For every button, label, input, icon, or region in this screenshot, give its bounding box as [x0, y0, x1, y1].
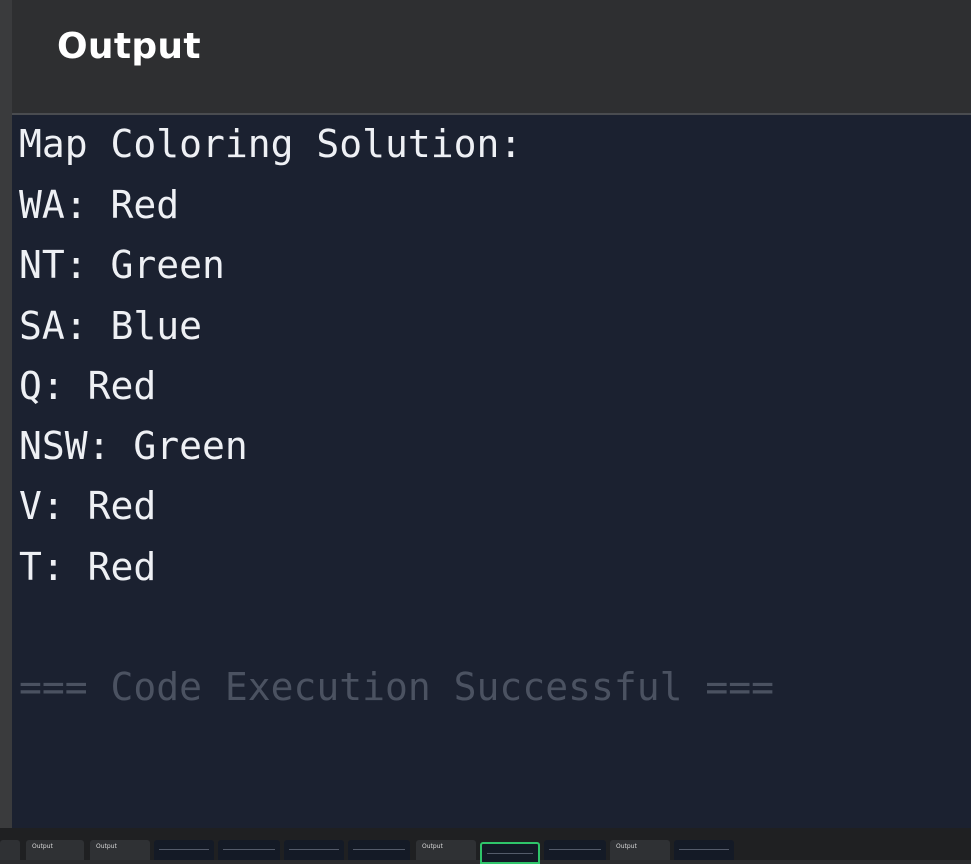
thumbnail[interactable] [544, 840, 606, 860]
thumbnail-label: Output [96, 843, 117, 850]
output-panel-header: Output [12, 0, 971, 115]
thumbnail-text-preview [549, 849, 601, 850]
thumbnail-text-preview [159, 849, 209, 850]
thumbnail-text-preview [679, 849, 729, 850]
output-panel: Output Map Coloring Solution: WA: Red NT… [12, 0, 971, 828]
console-line: Q: Red [19, 364, 157, 408]
thumbnail-text-preview [353, 849, 405, 850]
console-line: V: Red [19, 484, 157, 528]
thumbnail[interactable]: Output [26, 840, 84, 860]
thumbnail[interactable]: Output [416, 840, 476, 860]
thumbnail[interactable] [0, 840, 20, 860]
console-line: Map Coloring Solution: [19, 122, 523, 166]
thumbnail[interactable] [348, 840, 410, 860]
thumbnail-strip: Output Output Output Output [0, 828, 971, 864]
thumbnail[interactable] [674, 840, 734, 860]
console-line: T: Red [19, 545, 157, 589]
thumbnail-active[interactable] [480, 842, 540, 864]
console-output: Map Coloring Solution: WA: Red NT: Green… [19, 116, 971, 828]
thumbnail[interactable] [284, 840, 344, 860]
left-edge-strip [0, 0, 12, 828]
console-line: NSW: Green [19, 424, 248, 468]
thumbnail-text-preview [223, 849, 275, 850]
thumbnail[interactable]: Output [610, 840, 670, 860]
panel-title: Output [57, 26, 201, 67]
console-line: SA: Blue [19, 304, 203, 348]
thumbnail[interactable] [218, 840, 280, 860]
thumbnail[interactable] [154, 840, 214, 860]
console-line: NT: Green [19, 243, 225, 287]
thumbnail-text-preview [289, 849, 339, 850]
thumbnail-label: Output [32, 843, 53, 850]
execution-status: === Code Execution Successful === [19, 665, 774, 709]
thumbnail-label: Output [616, 843, 637, 850]
console-line: WA: Red [19, 183, 180, 227]
thumbnail-text-preview [487, 853, 533, 854]
thumbnail-label: Output [422, 843, 443, 850]
thumbnail[interactable]: Output [90, 840, 150, 860]
